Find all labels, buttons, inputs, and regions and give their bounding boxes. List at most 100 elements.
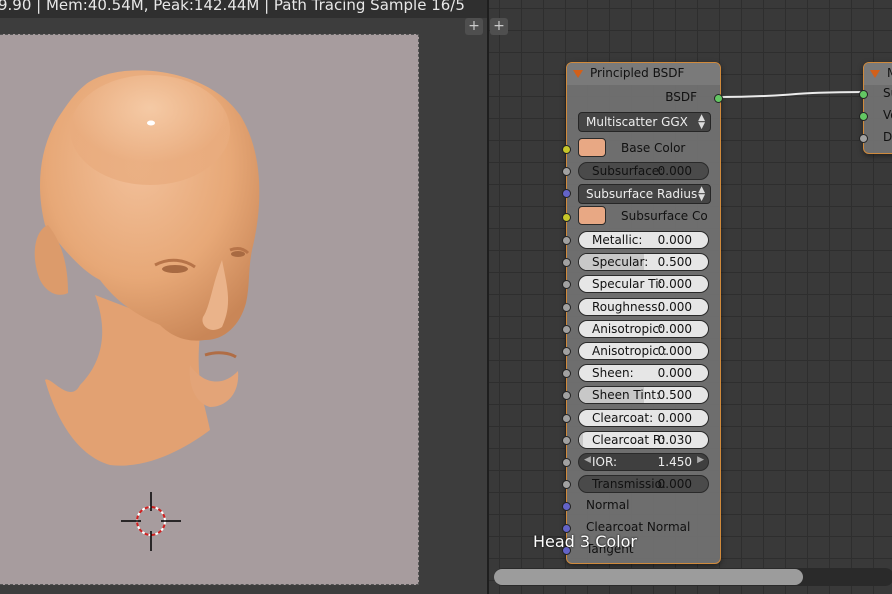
volume-socket[interactable] xyxy=(859,112,868,121)
node-title: Principled BSDF xyxy=(590,66,685,80)
field-row: Clearcoat: 0.000 xyxy=(562,408,719,429)
node-header[interactable]: Principled BSDF xyxy=(567,63,720,85)
dropdown-arrows-icon: ▲ ▼ xyxy=(698,113,705,131)
principled-bsdf-node[interactable]: Principled BSDF BSDF Multiscatter GGX ▲ ▼… xyxy=(562,62,723,564)
field-value: 0.500 xyxy=(657,255,692,270)
render-stats-header: 9.90 | Mem:40.54M, Peak:142.44M | Path T… xyxy=(0,0,487,18)
horizontal-scrollbar[interactable] xyxy=(494,568,892,586)
node-header[interactable]: M xyxy=(864,63,892,85)
subsurface-method-row: Subsurface Radius ▲ ▼ xyxy=(562,184,719,204)
field-value: 0.000 xyxy=(657,164,692,178)
bsdf-output-label: BSDF xyxy=(665,90,697,104)
subsurface-color-swatch[interactable] xyxy=(578,206,606,225)
node-status-label: Head 3 Color xyxy=(533,532,637,551)
displacement-input-row: Di xyxy=(859,129,892,149)
rendered-head-image xyxy=(34,70,260,551)
ior-socket[interactable] xyxy=(562,458,571,467)
field-value: 0.000 xyxy=(657,410,692,425)
field-row: Roughness: 0.000 xyxy=(562,297,719,318)
field-label: Transmissio: xyxy=(592,477,666,491)
slider-field[interactable]: Sheen Tint: 0.500 xyxy=(578,386,709,405)
normal-input-row: Normal xyxy=(562,497,719,517)
collapse-arrow-icon[interactable] xyxy=(870,70,880,78)
slider-field[interactable]: Clearcoat: 0.000 xyxy=(578,408,709,427)
subsurface-field[interactable]: Subsurface: 0.000 xyxy=(578,162,709,180)
field-label: Sheen: xyxy=(592,366,634,381)
render-viewport[interactable]: 9.90 | Mem:40.54M, Peak:142.44M | Path T… xyxy=(0,0,487,594)
subsurface-method-dropdown[interactable]: Subsurface Radius ▲ ▼ xyxy=(578,184,711,204)
scrollbar-thumb[interactable] xyxy=(494,569,803,585)
field-value: 0.500 xyxy=(657,388,692,403)
normal-socket[interactable] xyxy=(562,502,571,511)
input-socket[interactable] xyxy=(562,435,571,445)
field-label: Sheen Tint: xyxy=(592,388,661,403)
ior-field[interactable]: ◀ IOR: 1.450 ▶ xyxy=(578,453,709,471)
base-color-swatch[interactable] xyxy=(578,138,606,157)
slider-field[interactable]: Specular: 0.500 xyxy=(578,253,709,272)
input-socket[interactable] xyxy=(562,302,571,312)
distribution-label: Multiscatter GGX xyxy=(586,115,688,129)
input-socket[interactable] xyxy=(562,413,571,423)
input-socket[interactable] xyxy=(562,280,571,290)
slider-field[interactable]: Specular Ti: 0.000 xyxy=(578,275,709,294)
subsurface-color-socket[interactable] xyxy=(562,213,571,222)
input-socket[interactable] xyxy=(562,236,571,245)
field-label: Clearcoat: xyxy=(592,410,654,425)
normal-label: Normal xyxy=(586,498,630,512)
base-color-socket[interactable] xyxy=(562,145,571,154)
field-value: 0.000 xyxy=(657,344,692,358)
slider-field[interactable]: Metallic: 0.000 xyxy=(578,231,709,249)
subsurface-color-row: Subsurface Co xyxy=(562,206,719,228)
field-row: Metallic: 0.000 xyxy=(562,231,719,251)
collapse-arrow-icon[interactable] xyxy=(573,70,583,78)
material-output-node[interactable]: M Su Vo Di xyxy=(859,62,892,154)
field-row: Anisotropic: 0.000 xyxy=(562,319,719,340)
slider-fill xyxy=(579,431,583,448)
slider-field[interactable]: Sheen: 0.000 xyxy=(578,364,709,383)
subsurface-radius-socket[interactable] xyxy=(562,189,571,198)
slider-field[interactable]: Anisotropic :0.000 xyxy=(578,342,709,360)
increment-arrow-icon[interactable]: ▶ xyxy=(697,455,704,465)
field-label: Clearcoat R: xyxy=(592,432,665,447)
input-socket[interactable] xyxy=(562,369,571,379)
input-socket[interactable] xyxy=(562,391,571,401)
camera-frame xyxy=(0,34,419,585)
distribution-row: Multiscatter GGX ▲ ▼ xyxy=(567,112,719,132)
slider-field[interactable]: Clearcoat R: 0.030 xyxy=(578,430,709,449)
bsdf-output-row: BSDF xyxy=(567,89,723,109)
subsurface-method-label: Subsurface Radius xyxy=(586,187,698,201)
input-socket[interactable] xyxy=(562,324,571,334)
field-label: Subsurface: xyxy=(592,164,664,178)
field-label: Metallic: xyxy=(592,233,643,247)
distribution-dropdown[interactable]: Multiscatter GGX ▲ ▼ xyxy=(578,112,711,132)
field-label: Roughness: xyxy=(592,299,662,314)
slider-field[interactable]: Roughness: 0.000 xyxy=(578,297,709,316)
field-label: Specular: xyxy=(592,255,649,270)
field-value: 0.000 xyxy=(657,366,692,381)
input-socket[interactable] xyxy=(562,347,571,356)
node-editor[interactable]: + Principled BSDF BSDF Multiscatter GGX … xyxy=(489,0,892,594)
field-value: 0.000 xyxy=(657,277,692,292)
volume-input-row: Vo xyxy=(859,107,892,127)
surface-label: Su xyxy=(883,86,892,100)
field-label: Anisotropic: xyxy=(592,321,664,336)
displacement-label: Di xyxy=(883,130,892,144)
field-value: 1.450 xyxy=(657,455,692,469)
base-color-label: Base Color xyxy=(621,141,686,155)
input-socket[interactable] xyxy=(562,258,571,268)
surface-input-row: Su xyxy=(859,85,892,105)
field-label: Specular Ti: xyxy=(592,277,663,292)
bsdf-output-socket[interactable] xyxy=(714,94,723,103)
subsurface-socket[interactable] xyxy=(562,167,571,176)
slider-field[interactable]: Anisotropic: 0.000 xyxy=(578,319,709,338)
surface-socket[interactable] xyxy=(859,90,868,99)
field-row: Clearcoat R: 0.030 xyxy=(562,430,719,451)
transmission-socket[interactable] xyxy=(562,480,571,489)
displacement-socket[interactable] xyxy=(859,134,868,143)
transmission-field[interactable]: Transmissio: 0.000 xyxy=(578,475,709,493)
decrement-arrow-icon[interactable]: ◀ xyxy=(584,455,591,465)
volume-label: Vo xyxy=(883,108,892,122)
base-color-row: Base Color xyxy=(562,138,719,160)
dropdown-arrows-icon: ▲ ▼ xyxy=(698,185,705,203)
viewport-split-button[interactable]: + xyxy=(465,18,483,35)
